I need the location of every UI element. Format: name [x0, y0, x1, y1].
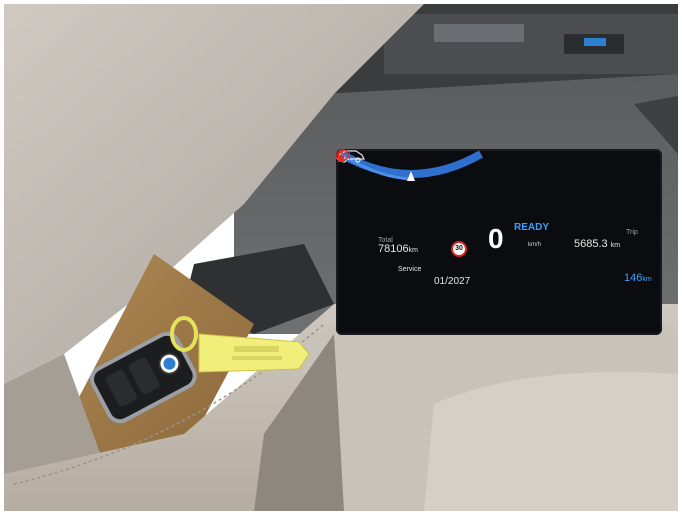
service-label: Service — [398, 266, 422, 273]
trip-value: 5685.3 km — [574, 238, 621, 250]
instrument-cluster-display: Total 78106km 30 0 READY km/h Trip 5685.… — [336, 149, 662, 335]
car-interior-photo: Total 78106km 30 0 READY km/h Trip 5685.… — [4, 4, 678, 511]
speed-limit-sign-icon: 30 — [451, 241, 467, 257]
speed-value: 0 — [488, 223, 504, 254]
total-odometer-value: 78106km — [378, 243, 418, 255]
speed-unit: km/h — [528, 242, 542, 248]
remaining-range: 146km — [624, 272, 652, 284]
ready-status: READY — [514, 222, 550, 233]
service-date: 01/2027 — [434, 276, 471, 287]
seatbelt-warning-icon — [338, 149, 344, 162]
trip-label: Trip — [626, 229, 638, 236]
